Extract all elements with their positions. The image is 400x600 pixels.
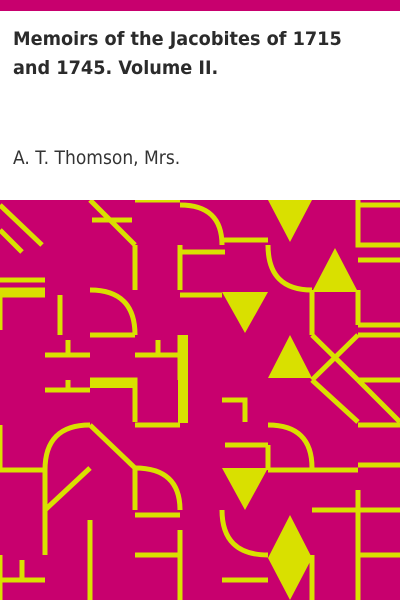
book-author: A. T. Thomson, Mrs. bbox=[13, 147, 181, 169]
book-title: Memoirs of the Jacobites of 1715 and 174… bbox=[13, 28, 342, 79]
top-accent-bar bbox=[0, 0, 400, 11]
cover-pattern bbox=[0, 200, 400, 600]
